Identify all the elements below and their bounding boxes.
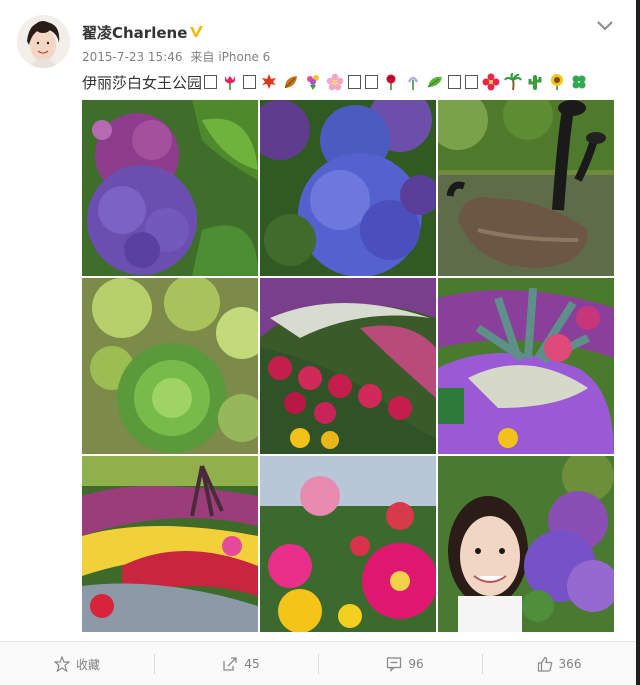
photo-flower-bed-red[interactable] bbox=[260, 278, 436, 454]
cactus-emoji-icon bbox=[528, 75, 542, 90]
photo-hydrangea-purple[interactable] bbox=[82, 100, 258, 276]
missing-glyph-box bbox=[243, 75, 257, 89]
like-button[interactable]: 366 bbox=[482, 642, 636, 685]
photo-grid bbox=[82, 100, 614, 632]
divider bbox=[154, 654, 155, 674]
photo-agave-garden[interactable] bbox=[438, 278, 614, 454]
share-icon bbox=[223, 657, 238, 671]
favorite-button[interactable]: 收藏 bbox=[0, 642, 154, 685]
like-count: 366 bbox=[558, 657, 582, 671]
user-avatar[interactable] bbox=[17, 15, 70, 68]
comment-icon bbox=[387, 657, 402, 672]
leaf-emoji-icon bbox=[427, 76, 443, 88]
post-text: 伊丽莎白女王公园 bbox=[82, 69, 590, 95]
favorite-label: 收藏 bbox=[75, 657, 100, 672]
post-timestamp[interactable]: 2015-7-23 15:46 bbox=[82, 50, 183, 64]
comment-count: 96 bbox=[408, 657, 424, 671]
missing-glyph-box bbox=[448, 75, 462, 89]
divider bbox=[318, 654, 319, 674]
repost-count: 45 bbox=[244, 657, 260, 671]
hyacinth-emoji-icon bbox=[407, 76, 419, 90]
photo-hydrangea-blue[interactable] bbox=[260, 100, 436, 276]
missing-glyph-box bbox=[204, 75, 218, 89]
action-bar: 收藏 45 96 366 bbox=[0, 641, 636, 685]
four-leaf-clover-emoji-icon bbox=[572, 75, 586, 89]
repost-button[interactable]: 45 bbox=[164, 642, 318, 685]
fallen-leaf-emoji-icon bbox=[284, 76, 298, 89]
rose-emoji-icon bbox=[386, 74, 396, 90]
maple-leaf-emoji-icon bbox=[262, 74, 277, 89]
comment-button[interactable]: 96 bbox=[328, 642, 482, 685]
photo-selfie-hydrangea[interactable] bbox=[438, 456, 614, 632]
photo-succulents[interactable] bbox=[82, 278, 258, 454]
source-device[interactable]: iPhone 6 bbox=[218, 50, 270, 64]
verified-badge-icon bbox=[188, 23, 205, 40]
photo-garden-bed-colorful[interactable] bbox=[82, 456, 258, 632]
chevron-down-icon[interactable] bbox=[596, 17, 614, 31]
sunflower-emoji-icon bbox=[551, 74, 564, 90]
missing-glyph-box bbox=[348, 75, 362, 89]
window-edge bbox=[636, 0, 640, 685]
thumbs-up-icon bbox=[537, 656, 552, 672]
tulip-emoji-icon bbox=[225, 76, 236, 90]
post-text-content: 伊丽莎白女王公园 bbox=[82, 73, 203, 92]
cherry-blossom-emoji-icon bbox=[326, 73, 344, 91]
missing-glyph-box bbox=[465, 75, 479, 89]
photo-zinnias[interactable] bbox=[260, 456, 436, 632]
missing-glyph-box bbox=[365, 75, 379, 89]
hibiscus-emoji-icon bbox=[482, 73, 500, 91]
user-name[interactable]: 翟凌Charlene bbox=[82, 22, 187, 43]
palm-tree-emoji-icon bbox=[504, 73, 522, 91]
post-meta: 2015-7-23 15:46 来自 iPhone 6 bbox=[82, 48, 274, 65]
star-icon bbox=[53, 656, 70, 672]
bouquet-emoji-icon bbox=[307, 75, 320, 90]
source-prefix: 来自 bbox=[190, 50, 215, 64]
photo-canada-geese[interactable] bbox=[438, 100, 614, 276]
weibo-post-card: 翟凌Charlene 2015-7-23 15:46 来自 iPhone 6 伊丽… bbox=[0, 0, 640, 685]
